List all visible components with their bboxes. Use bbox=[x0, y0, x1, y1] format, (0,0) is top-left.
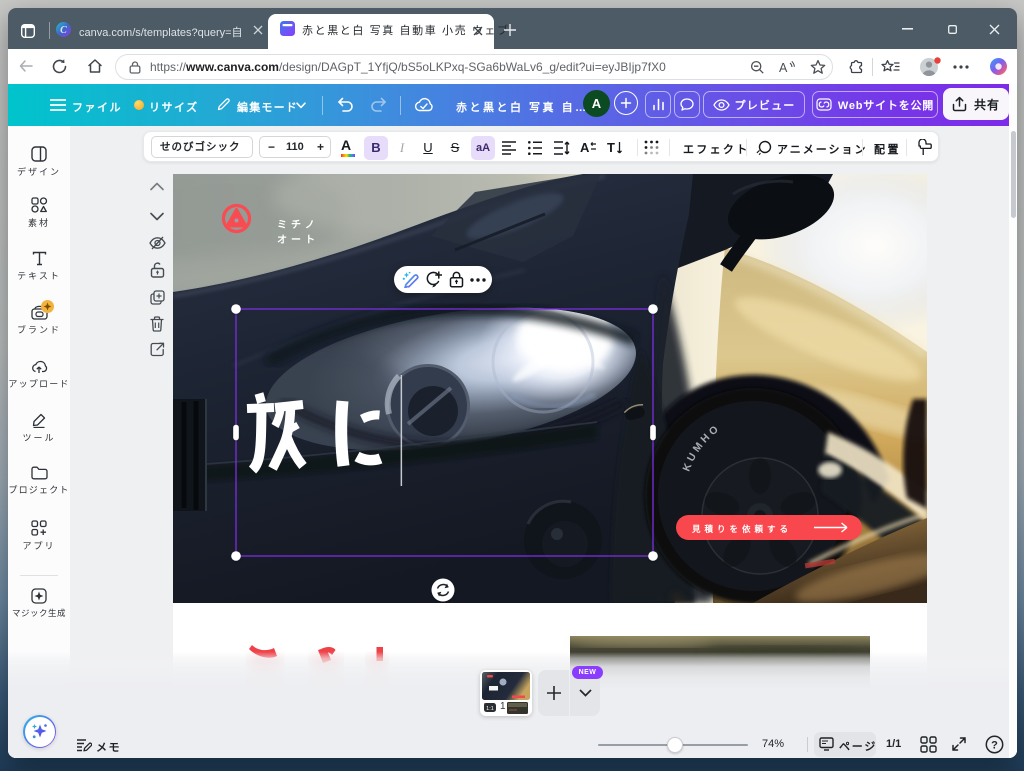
svg-text:1:1: 1:1 bbox=[486, 706, 494, 712]
svg-text:?: ? bbox=[991, 740, 998, 752]
svg-text:A: A bbox=[580, 140, 590, 155]
svg-text:C: C bbox=[60, 25, 67, 36]
svg-text:A: A bbox=[779, 61, 788, 75]
svg-text:T: T bbox=[607, 140, 615, 155]
